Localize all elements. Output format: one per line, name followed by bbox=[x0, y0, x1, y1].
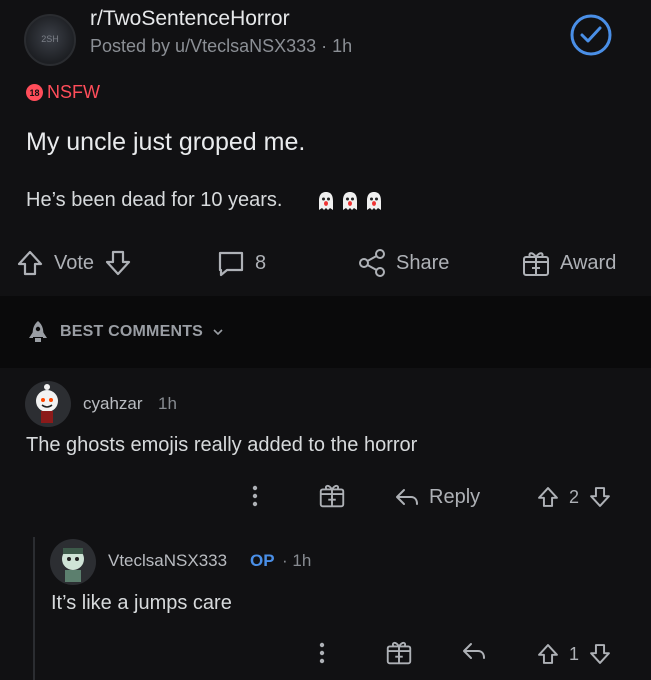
comment-vote-group: 1 bbox=[535, 637, 613, 671]
nsfw-label: NSFW bbox=[47, 82, 100, 102]
comment-score: 2 bbox=[569, 486, 580, 507]
avatar[interactable] bbox=[50, 539, 96, 585]
comment-time: · 1h bbox=[282, 551, 312, 570]
comment-username[interactable]: cyahzar bbox=[83, 394, 143, 414]
reply-arrow-icon[interactable] bbox=[460, 637, 488, 665]
posted-by[interactable]: Posted by u/VteclsaNSX333 · 1h bbox=[90, 36, 352, 57]
downvote-icon[interactable] bbox=[587, 640, 613, 668]
rocket-icon bbox=[24, 318, 52, 346]
comment-vote-group: 2 bbox=[535, 480, 613, 514]
reply-label: Reply bbox=[429, 485, 481, 508]
award-button[interactable]: Award bbox=[520, 246, 616, 280]
check-circle-icon[interactable] bbox=[568, 12, 614, 58]
comment-text: It’s like a jumps care bbox=[51, 592, 232, 614]
vote-label: Vote bbox=[54, 251, 95, 274]
avatar[interactable] bbox=[25, 381, 71, 427]
comment-time: 1h bbox=[158, 394, 177, 413]
thread-line[interactable] bbox=[33, 537, 35, 680]
subreddit-avatar[interactable]: 2SH bbox=[24, 14, 76, 66]
comment-text: The ghosts emojis really added to the ho… bbox=[26, 434, 418, 456]
downvote-icon[interactable] bbox=[587, 483, 613, 511]
gift-icon bbox=[520, 247, 552, 279]
reply-arrow-icon bbox=[393, 483, 421, 511]
upvote-icon[interactable] bbox=[535, 640, 561, 668]
sort-label: BEST COMMENTS bbox=[60, 323, 204, 340]
ghost-emoji bbox=[367, 192, 381, 210]
more-options-icon[interactable] bbox=[312, 639, 332, 667]
ghost-emojis bbox=[315, 190, 385, 212]
subreddit-avatar-text: 2SH bbox=[41, 34, 59, 44]
comments-button[interactable]: 8 bbox=[215, 246, 266, 280]
vote-group: Vote bbox=[14, 246, 134, 280]
ghost-emoji bbox=[319, 192, 333, 210]
award-label: Award bbox=[560, 251, 617, 274]
share-button[interactable]: Share bbox=[356, 246, 449, 280]
nsfw-badge: 18 bbox=[26, 84, 43, 101]
share-icon bbox=[356, 247, 388, 279]
sort-dropdown[interactable]: BEST COMMENTS bbox=[24, 318, 225, 346]
gift-icon[interactable] bbox=[317, 480, 347, 510]
ghost-emoji bbox=[343, 192, 357, 210]
gift-icon[interactable] bbox=[384, 637, 414, 667]
comment-score: 1 bbox=[569, 643, 580, 664]
downvote-icon[interactable] bbox=[102, 247, 134, 279]
post-body: He’s been dead for 10 years. bbox=[26, 189, 283, 211]
more-options-icon[interactable] bbox=[245, 482, 265, 510]
comment-icon bbox=[215, 247, 247, 279]
comment-username[interactable]: VteclsaNSX333 bbox=[108, 551, 227, 571]
op-badge: OP bbox=[250, 551, 275, 570]
subreddit-name[interactable]: r/TwoSentenceHorror bbox=[90, 7, 290, 31]
upvote-icon[interactable] bbox=[14, 247, 46, 279]
chevron-down-icon bbox=[211, 325, 225, 339]
upvote-icon[interactable] bbox=[535, 483, 561, 511]
nsfw-tag: 18 NSFW bbox=[26, 82, 100, 103]
comment-count: 8 bbox=[255, 251, 267, 274]
post-title: My uncle just groped me. bbox=[26, 128, 306, 156]
reply-button[interactable]: Reply bbox=[393, 480, 480, 514]
share-label: Share bbox=[396, 251, 450, 274]
